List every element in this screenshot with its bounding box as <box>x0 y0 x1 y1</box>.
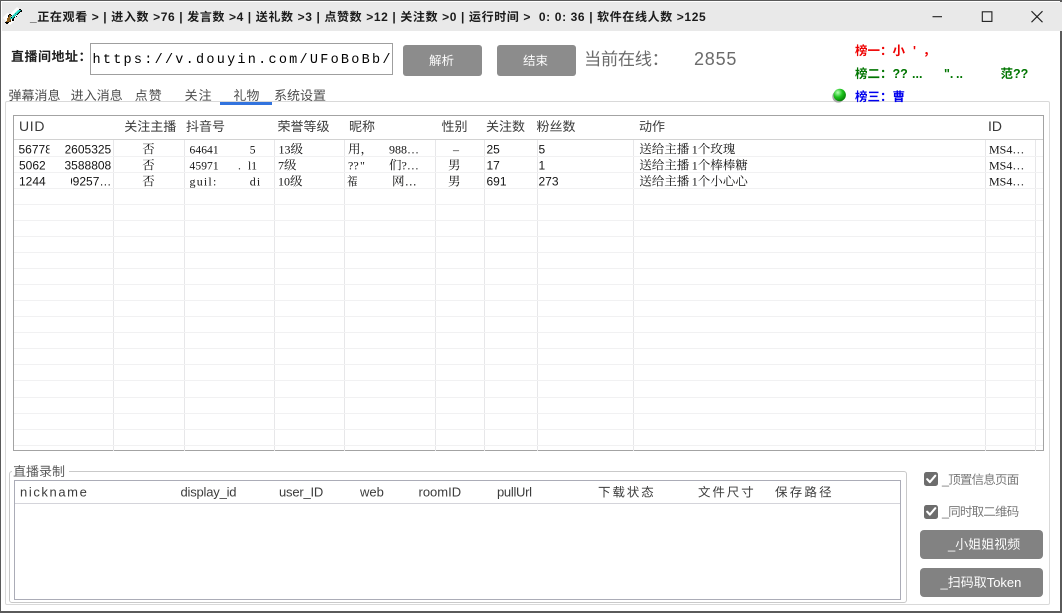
svg-text:_: _ <box>29 10 37 24</box>
svg-text:0:: 0: <box>555 10 567 24</box>
svg-text:691: 691 <box>487 175 507 189</box>
svg-text:5062: 5062 <box>19 158 46 172</box>
svg-text:guil:: guil: <box>190 175 218 189</box>
svg-text:45971: 45971 <box>190 160 219 172</box>
svg-text:": " <box>360 158 365 172</box>
svg-text:".: ". <box>944 67 953 81</box>
svg-text:99257: 99257 <box>66 175 100 189</box>
svg-text:…: … <box>405 175 418 189</box>
svg-text:MS4…: MS4… <box>989 142 1024 156</box>
svg-text:??: ?? <box>1013 67 1028 81</box>
svg-text:roomID: roomID <box>419 485 462 500</box>
svg-text:2855: 2855 <box>694 49 737 69</box>
svg-text:1: 1 <box>539 158 546 172</box>
svg-text:13: 13 <box>279 142 291 156</box>
svg-text:>125: >125 <box>677 10 707 24</box>
svg-text:ID: ID <box>988 118 1002 134</box>
svg-text:|: | <box>461 10 465 24</box>
svg-text:|: | <box>248 10 252 24</box>
svg-text:64641: 64641 <box>190 144 219 156</box>
svg-text:..: .. <box>956 67 963 81</box>
svg-text:user_ID: user_ID <box>279 485 323 500</box>
svg-text:MS4…: MS4… <box>989 175 1024 189</box>
svg-text:di: di <box>250 175 262 189</box>
svg-text:10: 10 <box>278 175 290 189</box>
svg-text:|: | <box>179 10 183 24</box>
svg-text:_: _ <box>940 575 949 590</box>
svg-text:MS4…: MS4… <box>989 158 1024 172</box>
svg-text:>0: >0 <box>442 10 457 24</box>
svg-text:nickname: nickname <box>20 485 88 500</box>
svg-text:UID: UID <box>19 118 45 134</box>
svg-text:https://v.douyin.com/UFoBoBb/: https://v.douyin.com/UFoBoBb/ <box>93 53 393 68</box>
svg-text:1: 1 <box>692 175 698 189</box>
svg-text:web: web <box>359 485 384 500</box>
svg-text:display_id: display_id <box>181 485 237 500</box>
svg-text:|: | <box>392 10 396 24</box>
svg-text:17: 17 <box>487 158 501 172</box>
svg-text:1: 1 <box>692 158 698 172</box>
svg-text:_: _ <box>947 537 956 552</box>
svg-text:2605325: 2605325 <box>65 142 112 156</box>
svg-text:??: ?? <box>893 67 908 81</box>
svg-text:3588808: 3588808 <box>65 158 112 172</box>
svg-text:...: ... <box>912 67 922 81</box>
svg-text:>3: >3 <box>298 10 313 24</box>
svg-text:1244: 1244 <box>19 175 46 189</box>
svg-text:5: 5 <box>250 144 256 156</box>
svg-text:': ' <box>913 44 916 58</box>
svg-text:.: . <box>238 160 241 172</box>
svg-text:25: 25 <box>487 142 501 156</box>
svg-text:5: 5 <box>539 142 546 156</box>
svg-text:_: _ <box>941 505 950 519</box>
svg-text:36: 36 <box>571 10 586 24</box>
svg-text:>12: >12 <box>366 10 388 24</box>
svg-text:??: ?? <box>348 158 359 172</box>
svg-text:7: 7 <box>278 158 284 172</box>
svg-text:1: 1 <box>692 142 698 156</box>
svg-text:0:: 0: <box>539 10 551 24</box>
svg-text:?…: ?… <box>402 158 419 172</box>
svg-text:–: – <box>452 142 460 156</box>
svg-text:>4: >4 <box>229 10 244 24</box>
svg-text:|: | <box>103 10 107 24</box>
svg-text:_: _ <box>941 473 950 487</box>
svg-text:56778: 56778 <box>19 142 53 156</box>
svg-text:l1: l1 <box>248 160 257 172</box>
svg-text:988…: 988… <box>389 142 419 156</box>
svg-text:273: 273 <box>539 175 559 189</box>
svg-text:>76: >76 <box>153 10 175 24</box>
svg-text:pullUrl: pullUrl <box>497 485 532 500</box>
svg-text:>: > <box>92 10 100 24</box>
svg-text:…: … <box>99 175 111 189</box>
svg-text:|: | <box>317 10 321 24</box>
svg-text:>: > <box>523 10 531 24</box>
svg-text:Token: Token <box>987 575 1022 590</box>
svg-text:|: | <box>589 10 593 24</box>
